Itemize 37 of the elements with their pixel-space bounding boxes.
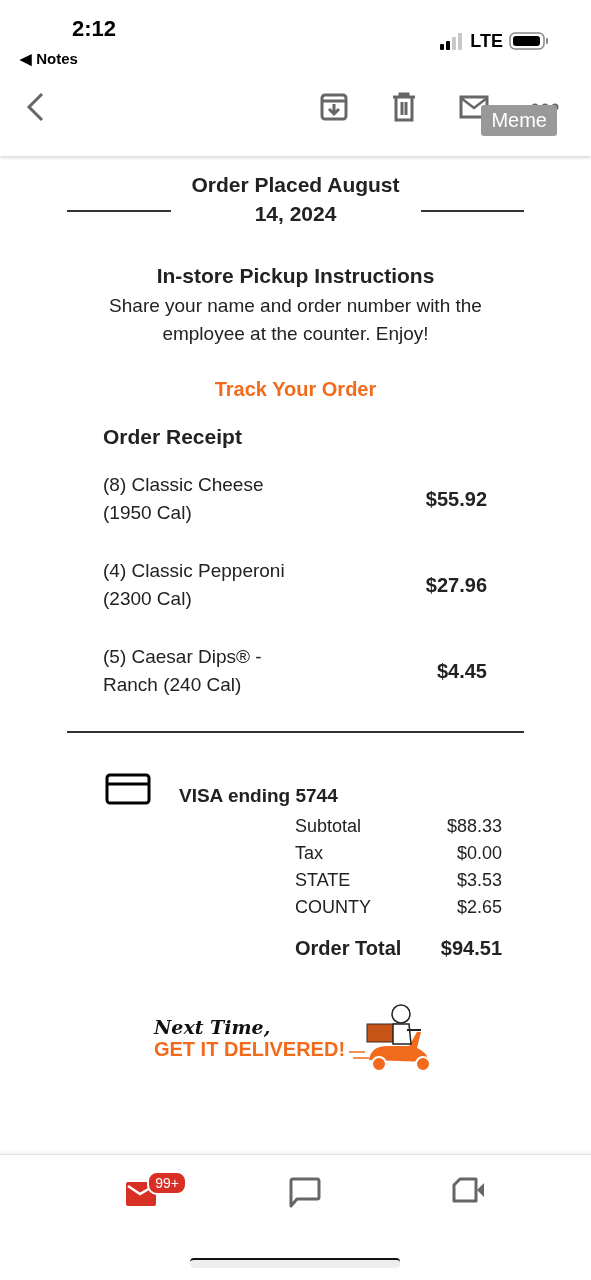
item-name: (4) Classic Pepperoni (2300 Cal) bbox=[103, 559, 286, 611]
total-value: $3.53 bbox=[456, 869, 502, 892]
back-icon[interactable] bbox=[24, 91, 46, 123]
battery-icon bbox=[509, 31, 549, 51]
total-value: $88.33 bbox=[446, 815, 502, 838]
order-total-label: Order Total bbox=[295, 936, 402, 961]
order-title: Order Placed August 14, 2024 bbox=[190, 172, 401, 227]
item-price: $55.92 bbox=[425, 487, 487, 511]
total-value: $0.00 bbox=[456, 842, 502, 865]
item-price: $4.45 bbox=[436, 659, 487, 683]
order-total-value: $94.51 bbox=[440, 936, 502, 961]
payment-method: VISA ending 5744 bbox=[179, 785, 338, 807]
item-name: (5) Caesar Dips® - Ranch (240 Cal) bbox=[103, 645, 263, 697]
instructions-heading: In-store Pickup Instructions bbox=[155, 264, 436, 288]
total-label: COUNTY bbox=[295, 896, 371, 919]
total-value: $2.65 bbox=[456, 896, 502, 919]
signal-icon bbox=[440, 31, 465, 51]
video-camera-icon[interactable] bbox=[451, 1177, 486, 1203]
instructions-text: Share your name and order number with the employee at the counter. Enjoy! bbox=[108, 294, 483, 346]
receipt-heading: Order Receipt bbox=[103, 425, 243, 449]
network-label: LTE bbox=[470, 30, 503, 52]
promo-script-text: Next Time, bbox=[153, 1015, 272, 1038]
item-price: $27.96 bbox=[425, 573, 487, 597]
total-label: Tax bbox=[295, 842, 323, 865]
credit-card-icon bbox=[105, 773, 151, 805]
back-to-app-link[interactable]: ◀ Notes bbox=[20, 50, 78, 68]
unread-count-badge: 99+ bbox=[147, 1171, 187, 1195]
chat-icon[interactable] bbox=[289, 1177, 322, 1209]
trash-icon[interactable] bbox=[391, 92, 417, 122]
meme-tooltip[interactable]: Meme bbox=[481, 105, 557, 136]
total-label: Subtotal bbox=[295, 815, 362, 838]
total-label: STATE bbox=[295, 869, 351, 892]
item-name: (8) Classic Cheese (1950 Cal) bbox=[103, 473, 265, 525]
status-time: 2:12 bbox=[72, 16, 117, 42]
promo-headline: GET IT DELIVERED! bbox=[153, 1037, 346, 1061]
archive-icon[interactable] bbox=[319, 92, 349, 122]
track-order-link[interactable]: Track Your Order bbox=[67, 378, 524, 401]
